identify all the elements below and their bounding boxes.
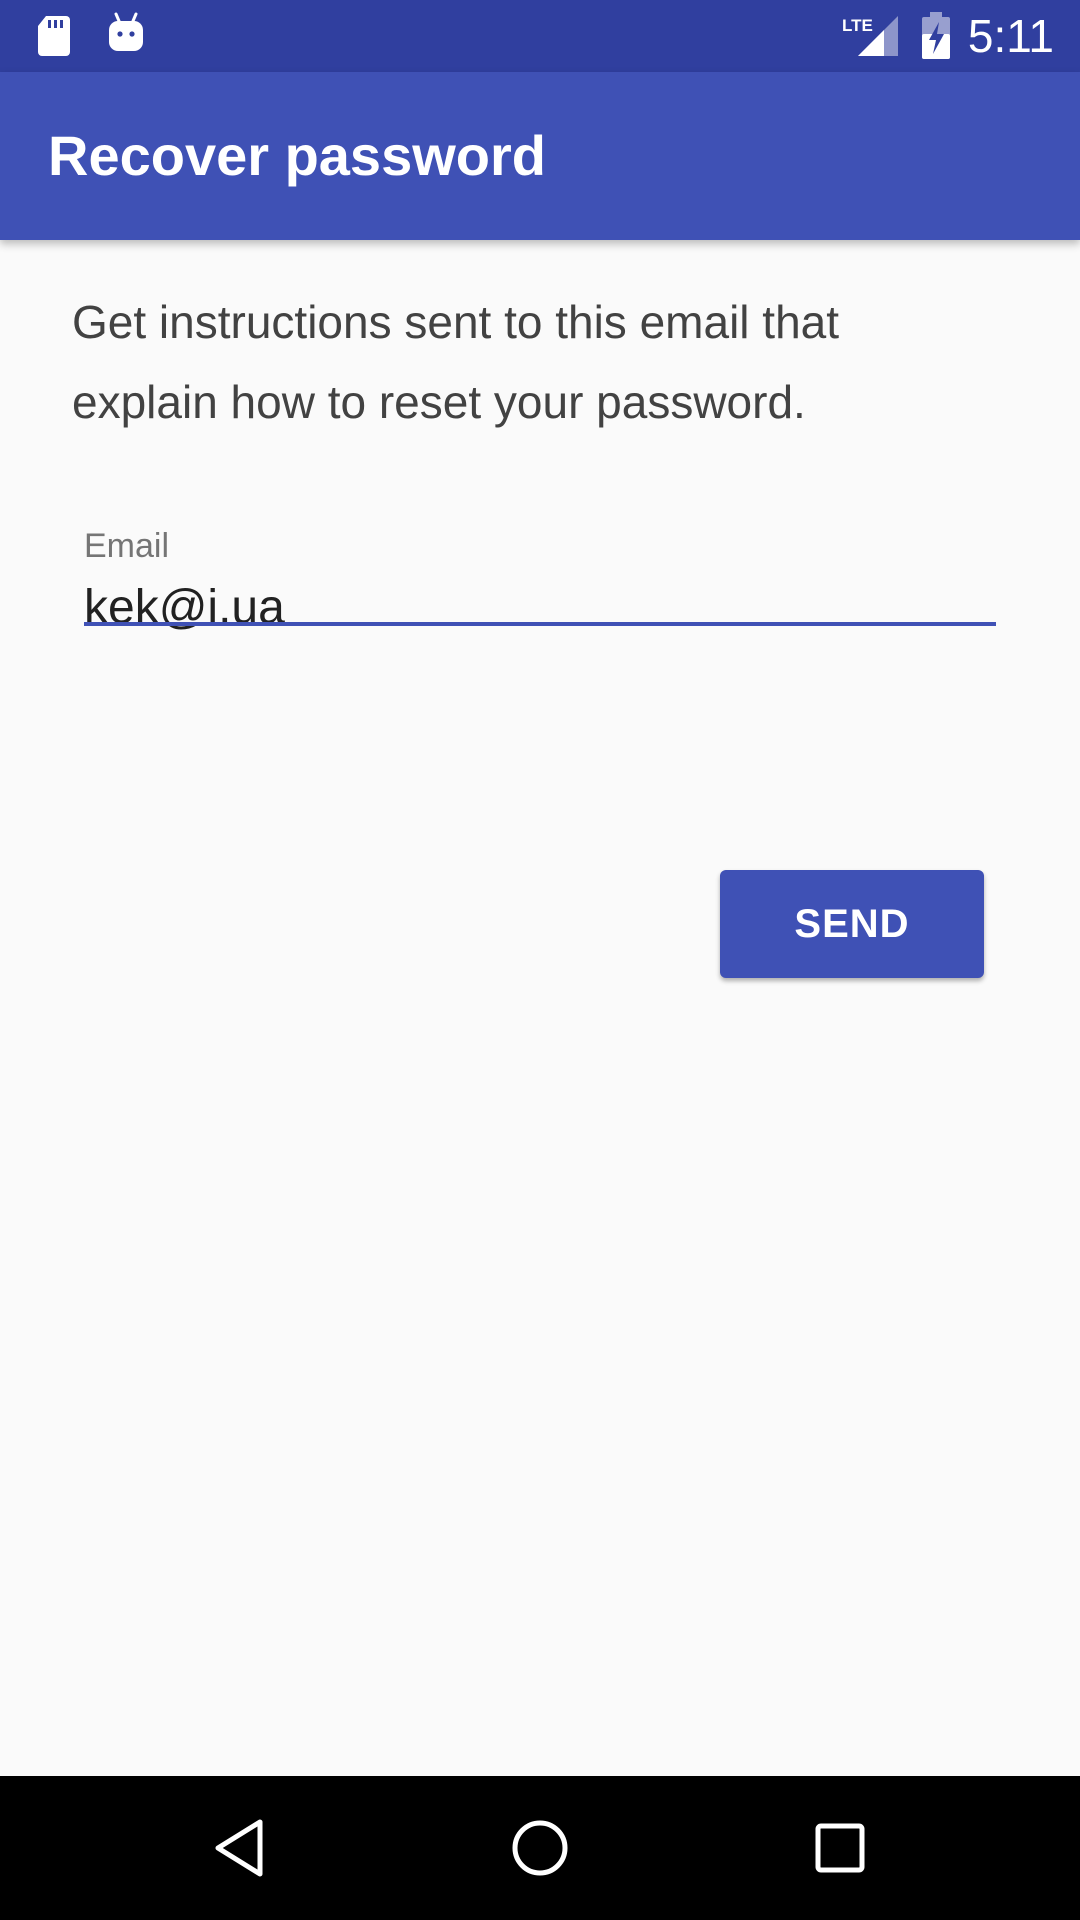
status-bar: LTE 5:11 [0, 0, 1080, 72]
app-bar: Recover password [0, 72, 1080, 240]
recover-password-form: Get instructions sent to this email that… [0, 240, 1080, 1776]
email-label: Email [84, 527, 170, 565]
instructions-text: Get instructions sent to this email that… [72, 296, 840, 428]
back-icon[interactable] [204, 1812, 276, 1884]
home-icon[interactable] [504, 1812, 576, 1884]
android-icon [109, 12, 143, 51]
recents-icon[interactable] [804, 1812, 876, 1884]
email-field[interactable]: Email [84, 526, 996, 638]
navigation-bar [0, 1776, 1080, 1920]
lte-signal-icon: LTE [842, 16, 898, 56]
send-button[interactable]: SEND [720, 870, 984, 978]
page-title: Recover password [48, 124, 546, 187]
battery-charging-icon [922, 12, 950, 59]
status-time: 5:11 [967, 10, 1054, 62]
svg-text:LTE: LTE [842, 16, 873, 35]
sd-card-icon [38, 16, 70, 56]
email-input[interactable] [84, 578, 996, 638]
